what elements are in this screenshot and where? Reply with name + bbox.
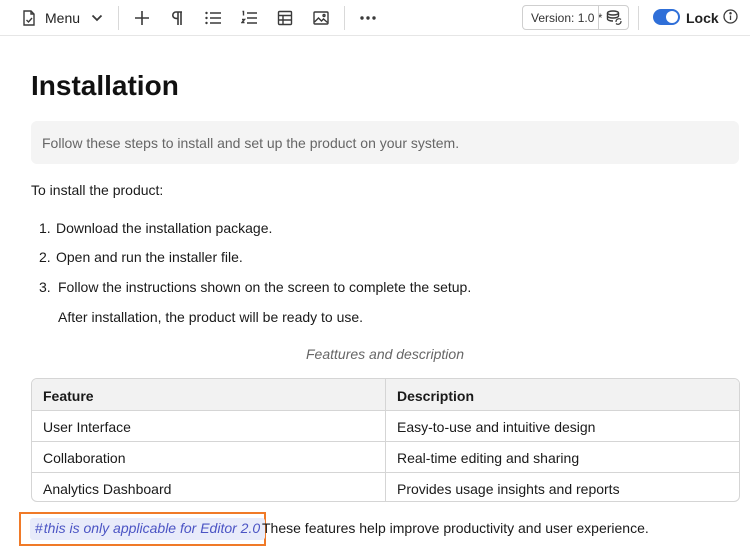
table-cell[interactable]: Collaboration <box>43 450 126 466</box>
editor-tag[interactable]: #this is only applicable for Editor 2.0 <box>30 518 266 540</box>
more-icon[interactable] <box>358 5 378 31</box>
plus-icon[interactable] <box>132 5 152 31</box>
callout-text: Follow these steps to install and set up… <box>42 135 460 151</box>
toggle-knob <box>666 11 678 23</box>
bullet-list-icon[interactable] <box>203 5 223 31</box>
lock-label: Lock <box>686 10 719 26</box>
list-item: 1. Download the installation package. <box>39 220 272 236</box>
toolbar-divider <box>118 6 119 30</box>
image-icon[interactable] <box>311 5 331 31</box>
callout-block[interactable]: Follow these steps to install and set up… <box>31 121 739 164</box>
list-number: 3. <box>39 279 51 295</box>
after-install-paragraph: After installation, the product will be … <box>58 309 364 325</box>
tag-text: this is only applicable for Editor 2.0 <box>43 520 261 536</box>
editor-toolbar: Menu Version: 1.0 * Lock <box>0 0 750 36</box>
numbered-list-icon[interactable] <box>239 5 259 31</box>
page-title: Installation <box>31 70 179 101</box>
column-header-feature: Feature <box>43 388 94 404</box>
chevron-down-icon[interactable] <box>88 5 106 31</box>
table-caption: Feattures and description <box>306 346 464 362</box>
paragraph-icon[interactable] <box>167 5 187 31</box>
intro-paragraph: To install the product: <box>31 182 164 198</box>
column-divider <box>385 379 386 501</box>
table-cell[interactable]: Analytics Dashboard <box>43 481 171 497</box>
hash-icon: # <box>35 520 43 536</box>
version-label: Version: 1.0 * <box>531 11 603 25</box>
list-item: 3. Follow the instructions shown on the s… <box>39 279 471 295</box>
list-number: 2. <box>39 249 51 265</box>
toolbar-divider <box>638 6 639 30</box>
closing-paragraph: These features help improve productivity… <box>262 520 649 536</box>
document-check-icon[interactable] <box>18 5 40 31</box>
version-selector[interactable]: Version: 1.0 * <box>522 5 629 30</box>
column-header-description: Description <box>397 388 475 404</box>
version-divider <box>598 6 599 29</box>
list-item-text: Open and run the installer file. <box>56 249 243 265</box>
features-table: Feature Description User Interface Easy-… <box>31 378 740 502</box>
list-number: 1. <box>39 220 51 236</box>
list-item-text: Follow the instructions shown on the scr… <box>58 279 472 295</box>
table-cell[interactable]: Easy-to-use and intuitive design <box>397 419 595 435</box>
table-cell[interactable]: Provides usage insights and reports <box>397 481 620 497</box>
toolbar-divider <box>344 6 345 30</box>
info-icon[interactable] <box>723 9 738 29</box>
lock-toggle[interactable] <box>653 9 680 25</box>
table-icon[interactable] <box>275 5 295 31</box>
list-item: 2. Open and run the installer file. <box>39 249 243 265</box>
table-cell[interactable]: Real-time editing and sharing <box>397 450 579 466</box>
menu-button[interactable]: Menu <box>45 10 80 26</box>
list-item-text: Download the installation package. <box>56 220 273 236</box>
database-sync-icon[interactable] <box>606 10 622 31</box>
table-cell[interactable]: User Interface <box>43 419 131 435</box>
